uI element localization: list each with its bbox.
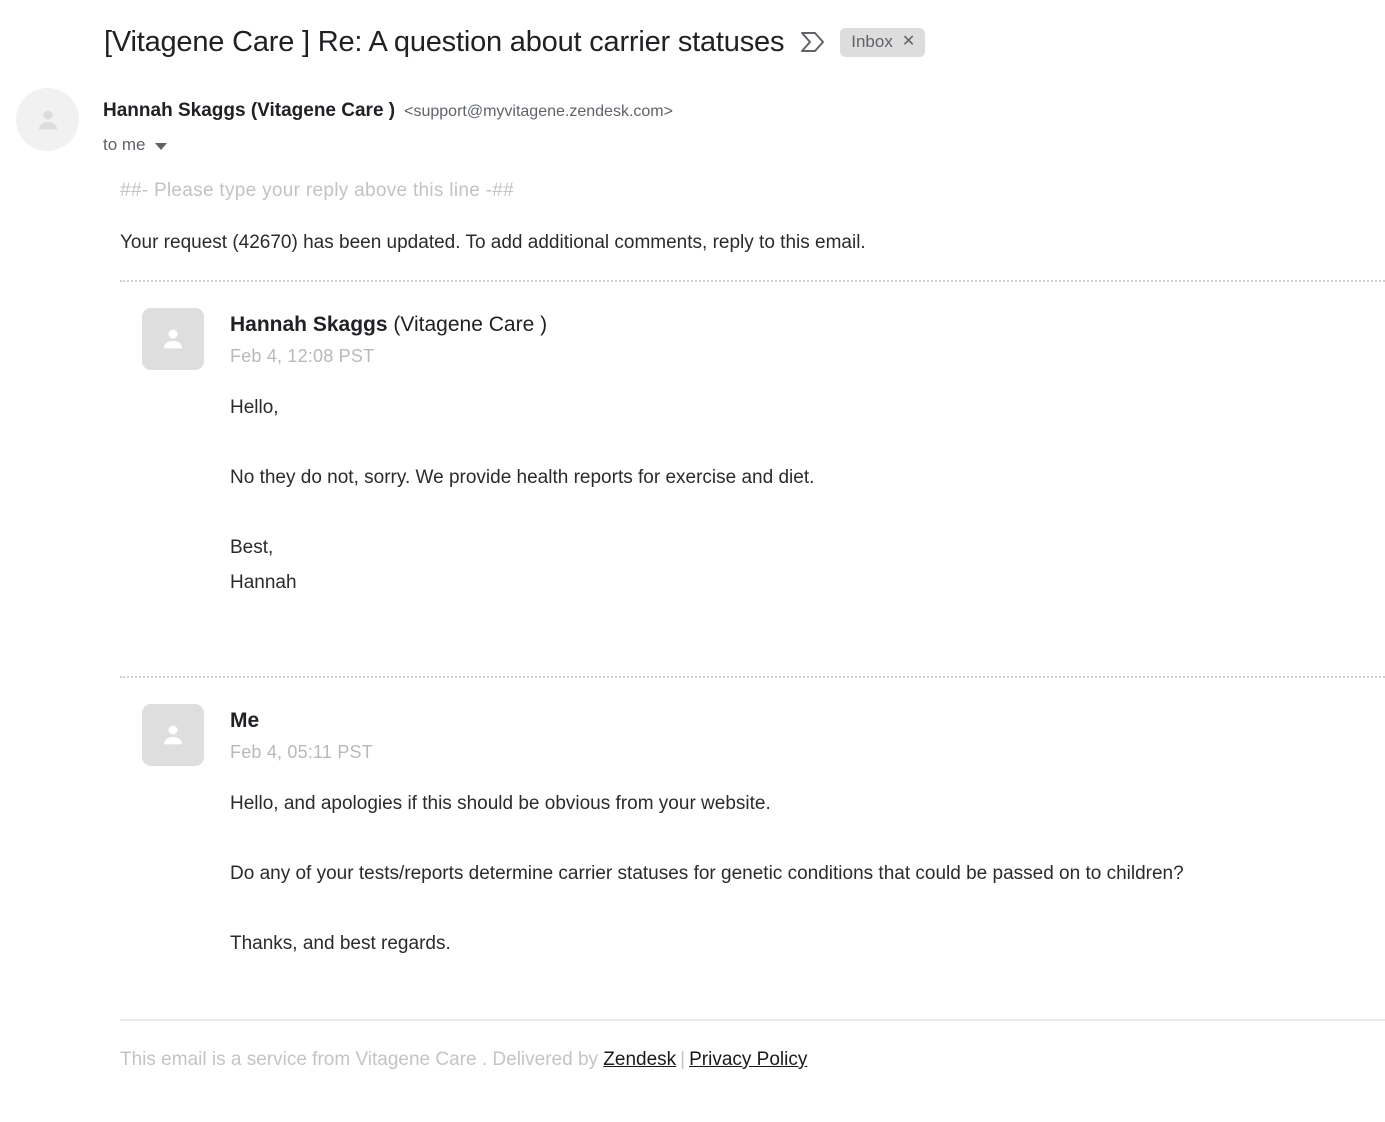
page-title: [Vitagene Care ] Re: A question about ca…: [104, 26, 785, 58]
comment-meta: Me Feb 4, 05:11 PST: [230, 704, 373, 765]
inbox-arrow-icon: [800, 29, 826, 55]
comment-paragraph: Do any of your tests/reports determine c…: [230, 863, 1184, 884]
comment-author: Hannah Skaggs (Vitagene Care ): [230, 310, 547, 339]
comment-meta: Hannah Skaggs (Vitagene Care ) Feb 4, 12…: [230, 308, 547, 369]
sender-meta: Hannah Skaggs (Vitagene Care ) <support@…: [103, 98, 673, 156]
inbox-label-text: Inbox: [851, 31, 893, 51]
inbox-label-chip[interactable]: Inbox ✕: [840, 27, 926, 57]
comment-author-name: Hannah Skaggs: [230, 313, 388, 336]
avatar: [142, 704, 204, 766]
comment-body: Hello, No they do not, sorry. We provide…: [142, 370, 1385, 596]
comment-body: Hello, and apologies if this should be o…: [142, 766, 1385, 957]
comment-author: Me: [230, 706, 373, 735]
comment-author-org: (Vitagene Care ): [387, 313, 548, 336]
comment-author-name: Me: [230, 709, 260, 732]
subject-header: [Vitagene Care ] Re: A question about ca…: [0, 0, 1385, 62]
footer: This email is a service from Vitagene Ca…: [120, 1021, 1385, 1073]
footer-service-text: This email is a service from Vitagene Ca…: [120, 1049, 604, 1070]
sender-email: <support@myvitagene.zendesk.com>: [404, 103, 673, 120]
comment-header: Me Feb 4, 05:11 PST: [142, 704, 1385, 766]
reply-above-line-notice: ##- Please type your reply above this li…: [120, 180, 515, 201]
comment-paragraph: Best,: [230, 537, 274, 558]
comment-paragraph: Hello,: [230, 397, 279, 418]
comment-paragraph: Thanks, and best regards.: [230, 933, 451, 954]
avatar: [142, 308, 204, 370]
request-updated-notice: Your request (42670) has been updated. T…: [120, 232, 866, 253]
close-icon[interactable]: ✕: [902, 33, 915, 50]
comment-timestamp: Feb 4, 12:08 PST: [230, 346, 375, 366]
footer-separator: |: [680, 1049, 686, 1070]
comment-block: Hannah Skaggs (Vitagene Care ) Feb 4, 12…: [120, 282, 1385, 596]
sender-line: Hannah Skaggs (Vitagene Care ) <support@…: [103, 98, 673, 125]
comment-timestamp: Feb 4, 05:11 PST: [230, 742, 373, 762]
sender-block: Hannah Skaggs (Vitagene Care ) <support@…: [0, 62, 1385, 156]
avatar: [16, 88, 79, 151]
comment-block: Me Feb 4, 05:11 PST Hello, and apologies…: [120, 678, 1385, 957]
recipients-toggle[interactable]: to me: [103, 134, 167, 156]
comment-paragraph: Hannah: [230, 572, 297, 593]
recipients-label: to me: [103, 135, 146, 154]
email-body: ##- Please type your reply above this li…: [0, 178, 1385, 1073]
comment-paragraph: No they do not, sorry. We provide health…: [230, 467, 815, 488]
privacy-policy-link[interactable]: Privacy Policy: [689, 1049, 807, 1070]
zendesk-link[interactable]: Zendesk: [603, 1049, 676, 1070]
sender-name: Hannah Skaggs (Vitagene Care ): [103, 100, 396, 121]
comment-header: Hannah Skaggs (Vitagene Care ) Feb 4, 12…: [142, 308, 1385, 370]
comment-paragraph: Hello, and apologies if this should be o…: [230, 793, 771, 814]
chevron-down-icon[interactable]: [154, 142, 167, 150]
